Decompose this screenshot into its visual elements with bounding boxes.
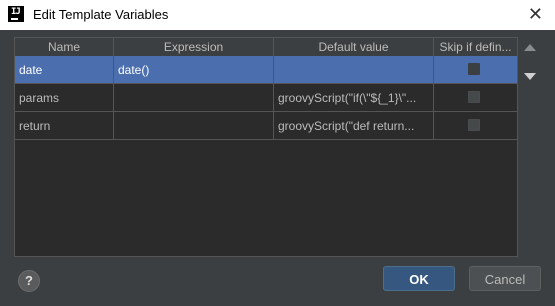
column-header-name[interactable]: Name: [15, 38, 114, 56]
app-icon-text: IJ: [11, 7, 21, 17]
table-row[interactable]: date date(): [15, 56, 517, 84]
cell-default-value[interactable]: groovyScript("def return...: [274, 112, 434, 140]
cell-name[interactable]: params: [15, 84, 114, 112]
skip-if-defined-checkbox[interactable]: [468, 119, 480, 131]
column-header-skip-if-defined[interactable]: Skip if defin...: [434, 38, 517, 56]
title-bar: IJ Edit Template Variables ✕: [0, 0, 555, 30]
cell-expression[interactable]: [114, 112, 274, 140]
column-header-default-value[interactable]: Default value: [274, 38, 434, 56]
variables-table: Name Expression Default value Skip if de…: [14, 37, 518, 257]
cell-skip-if-defined: [434, 112, 517, 140]
table-header: Name Expression Default value Skip if de…: [15, 38, 517, 56]
cell-name[interactable]: date: [15, 56, 114, 84]
cell-default-value[interactable]: groovyScript("if(\"${_1}\"...: [274, 84, 434, 112]
cell-expression[interactable]: [114, 84, 274, 112]
move-down-icon[interactable]: [524, 73, 536, 80]
cell-default-value[interactable]: [274, 56, 434, 84]
edit-template-variables-dialog: IJ Edit Template Variables ✕ Name Expres…: [0, 0, 555, 306]
cell-expression[interactable]: date(): [114, 56, 274, 84]
skip-if-defined-checkbox[interactable]: [468, 91, 480, 103]
ok-button[interactable]: OK: [383, 266, 455, 291]
help-icon[interactable]: ?: [18, 270, 40, 292]
close-icon[interactable]: ✕: [528, 4, 543, 25]
intellij-app-icon: IJ: [8, 6, 24, 22]
move-up-icon[interactable]: [524, 44, 536, 51]
cell-skip-if-defined: [434, 56, 517, 84]
cell-skip-if-defined: [434, 84, 517, 112]
column-header-expression[interactable]: Expression: [114, 38, 274, 56]
skip-if-defined-checkbox[interactable]: [468, 63, 480, 75]
table-row[interactable]: return groovyScript("def return...: [15, 112, 517, 140]
cell-name[interactable]: return: [15, 112, 114, 140]
dialog-title: Edit Template Variables: [33, 7, 169, 22]
cancel-button[interactable]: Cancel: [469, 266, 541, 291]
dialog-content: Name Expression Default value Skip if de…: [2, 30, 553, 306]
table-row[interactable]: params groovyScript("if(\"${_1}\"...: [15, 84, 517, 112]
